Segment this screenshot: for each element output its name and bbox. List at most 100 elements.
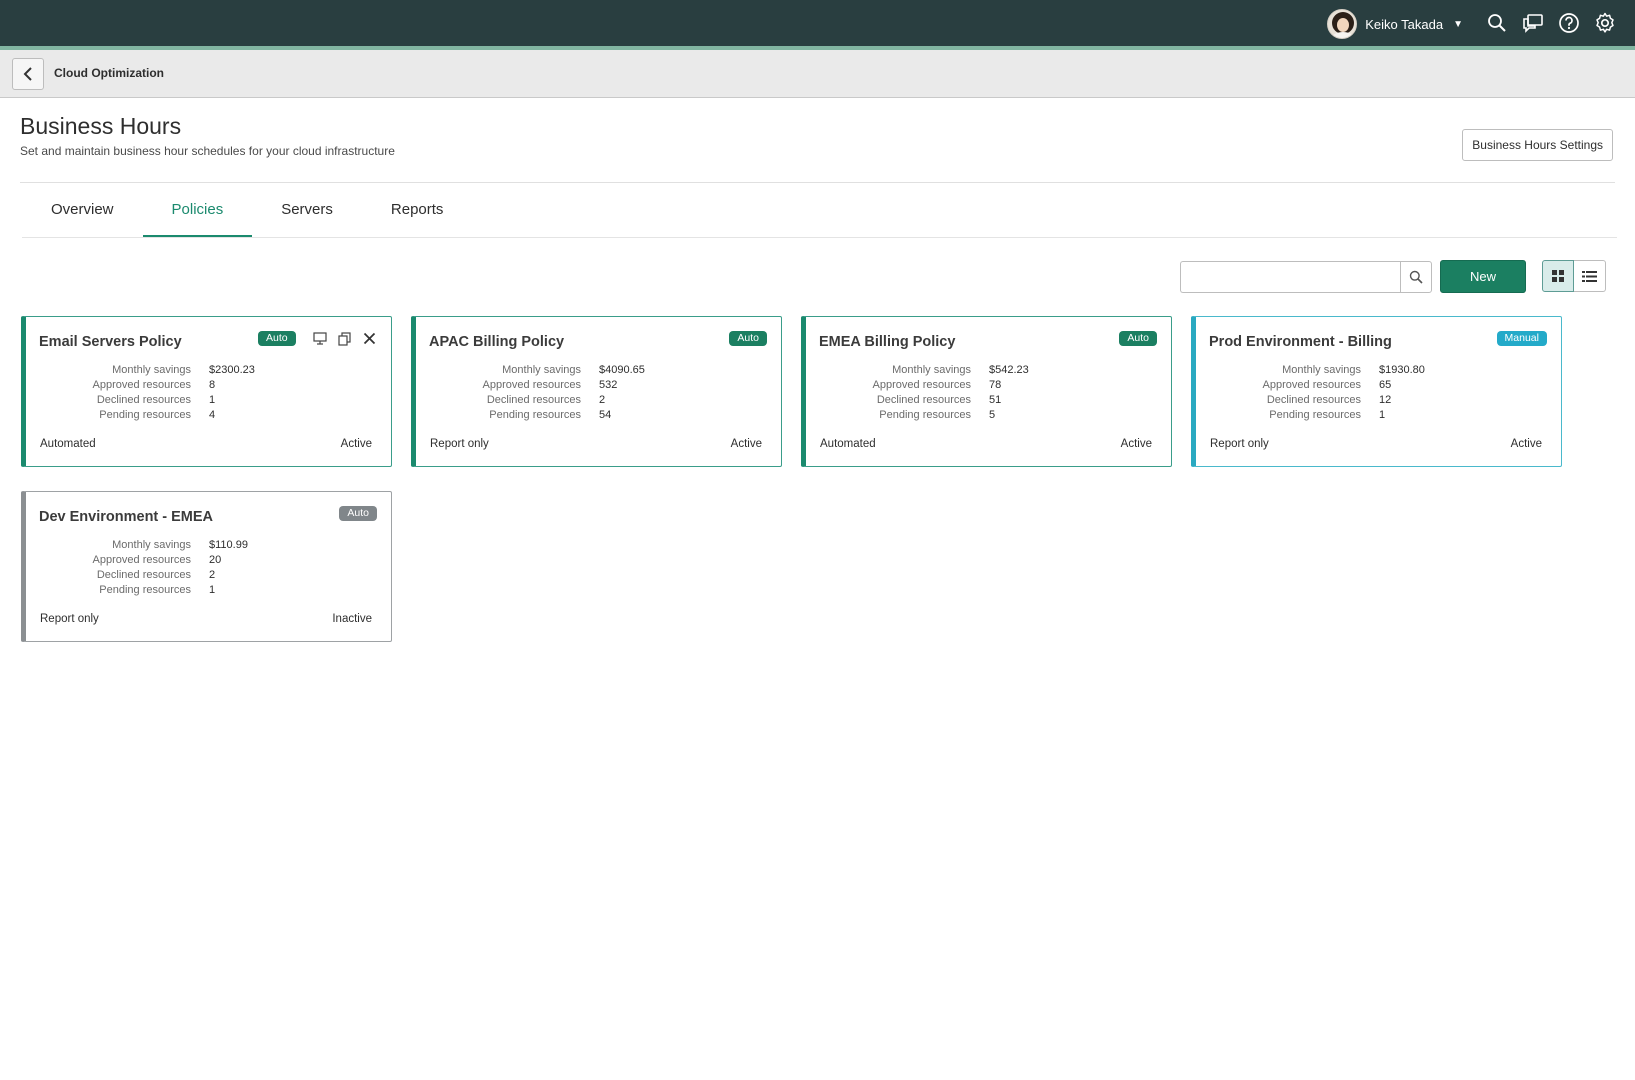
- stat-label: Declined resources: [96, 394, 191, 406]
- business-hours-settings-button[interactable]: Business Hours Settings: [1462, 129, 1613, 161]
- stat-value: 1: [1379, 409, 1386, 421]
- policy-card[interactable]: Email Servers Policy Auto Monthly saving…: [21, 316, 392, 467]
- stat-label: Monthly savings: [112, 364, 191, 376]
- stat-label: Pending resources: [879, 409, 971, 421]
- breadcrumb-title: Cloud Optimization: [54, 66, 164, 80]
- breadcrumb: Cloud Optimization: [0, 50, 1635, 98]
- policy-title: Prod Environment - Billing: [1209, 334, 1392, 350]
- policy-title: Dev Environment - EMEA: [39, 509, 214, 525]
- stat-label: Declined resources: [1266, 394, 1361, 406]
- stat-label: Pending resources: [1269, 409, 1361, 421]
- page-title: Business Hours: [20, 113, 182, 139]
- stat-value: 78: [989, 379, 1002, 391]
- caret-down-icon: ▼: [1453, 18, 1463, 30]
- policy-stats: Monthly savings $2300.23 Approved resourc…: [39, 363, 255, 423]
- policy-title: APAC Billing Policy: [429, 334, 565, 350]
- stat-label: Approved resources: [482, 379, 581, 391]
- type-badge: Auto: [1119, 331, 1157, 346]
- close-icon[interactable]: [362, 331, 377, 346]
- stat-label: Monthly savings: [112, 539, 191, 551]
- policy-title: Email Servers Policy: [39, 334, 182, 350]
- back-button[interactable]: [12, 58, 44, 90]
- search-icon[interactable]: [1485, 11, 1509, 35]
- search-icon: [1409, 270, 1423, 284]
- policy-mode: Automated: [40, 438, 96, 450]
- policy-mode: Report only: [40, 613, 99, 625]
- stat-label: Approved resources: [92, 554, 191, 566]
- type-badge: Auto: [339, 506, 377, 521]
- stat-value: $110.99: [209, 539, 248, 551]
- stat-label: Declined resources: [96, 569, 191, 581]
- monitor-icon[interactable]: [312, 331, 327, 346]
- policy-card[interactable]: Prod Environment - Billing Manual Monthl…: [1191, 316, 1562, 467]
- new-button[interactable]: New: [1440, 260, 1526, 293]
- list-icon: [1582, 270, 1597, 282]
- type-badge: Auto: [258, 331, 296, 346]
- chat-icon[interactable]: [1521, 11, 1545, 35]
- stat-value: 12: [1379, 394, 1392, 406]
- type-badge: Auto: [729, 331, 767, 346]
- policy-mode: Report only: [1210, 438, 1269, 450]
- search-input[interactable]: [1180, 261, 1401, 293]
- search-box: [1180, 261, 1432, 293]
- stat-value: 532: [599, 379, 618, 391]
- policy-status: Active: [1120, 438, 1152, 450]
- stat-value: 54: [599, 409, 612, 421]
- policy-card[interactable]: Dev Environment - EMEA Auto Monthly savi…: [21, 491, 392, 642]
- stat-value: $1930.80: [1379, 364, 1425, 376]
- tab-servers[interactable]: Servers: [252, 190, 362, 238]
- page-subtitle: Set and maintain business hour schedules…: [20, 144, 395, 158]
- stat-value: 65: [1379, 379, 1392, 391]
- header-divider: [20, 182, 1615, 183]
- help-icon[interactable]: [1557, 11, 1581, 35]
- policy-stats: Monthly savings $1930.80 Approved resourc…: [1209, 363, 1425, 423]
- grid-view-button[interactable]: [1542, 260, 1574, 292]
- stat-label: Monthly savings: [1282, 364, 1361, 376]
- search-button[interactable]: [1400, 261, 1432, 293]
- policy-status: Inactive: [332, 613, 372, 625]
- list-view-button[interactable]: [1574, 260, 1606, 292]
- avatar: [1327, 9, 1358, 39]
- policy-status: Active: [340, 438, 372, 450]
- stat-label: Monthly savings: [502, 364, 581, 376]
- tab-policies[interactable]: Policies: [142, 190, 253, 238]
- copy-icon[interactable]: [337, 331, 352, 346]
- stat-label: Declined resources: [486, 394, 581, 406]
- stat-value: 20: [209, 554, 222, 566]
- stat-label: Approved resources: [1262, 379, 1361, 391]
- stat-value: 2: [599, 394, 606, 406]
- policy-status: Active: [1510, 438, 1542, 450]
- stat-value: 1: [209, 584, 216, 596]
- stat-value: 4: [209, 409, 216, 421]
- view-toggle: [1542, 260, 1606, 292]
- stat-label: Approved resources: [872, 379, 971, 391]
- tabs-divider: [22, 237, 1617, 238]
- stat-value: 8: [209, 379, 216, 391]
- policy-card[interactable]: EMEA Billing Policy Auto Monthly savings…: [801, 316, 1172, 467]
- stat-value: 1: [209, 394, 216, 406]
- policy-mode: Automated: [820, 438, 876, 450]
- tab-bar: Overview Policies Servers Reports: [22, 190, 472, 238]
- stat-value: 5: [989, 409, 996, 421]
- stat-value: 51: [989, 394, 1002, 406]
- stat-label: Pending resources: [489, 409, 581, 421]
- policy-mode: Report only: [430, 438, 489, 450]
- policy-stats: Monthly savings $542.23 Approved resource…: [819, 363, 1029, 423]
- policy-card[interactable]: APAC Billing Policy Auto Monthly savings…: [411, 316, 782, 467]
- grid-icon: [1552, 270, 1564, 282]
- tab-overview[interactable]: Overview: [22, 190, 143, 238]
- policy-title: EMEA Billing Policy: [819, 334, 956, 350]
- policy-stats: Monthly savings $4090.65 Approved resourc…: [429, 363, 645, 423]
- card-actions: [312, 331, 377, 346]
- user-menu[interactable]: Keiko Takada ▼: [1327, 9, 1463, 39]
- policy-stats: Monthly savings $110.99 Approved resource…: [39, 538, 248, 598]
- stat-label: Declined resources: [876, 394, 971, 406]
- stat-value: $542.23: [989, 364, 1029, 376]
- tab-reports[interactable]: Reports: [362, 190, 473, 238]
- stat-label: Approved resources: [92, 379, 191, 391]
- stat-label: Pending resources: [99, 584, 191, 596]
- stat-value: $4090.65: [599, 364, 645, 376]
- gear-icon[interactable]: [1593, 11, 1617, 35]
- type-badge: Manual: [1496, 331, 1547, 346]
- policy-status: Active: [730, 438, 762, 450]
